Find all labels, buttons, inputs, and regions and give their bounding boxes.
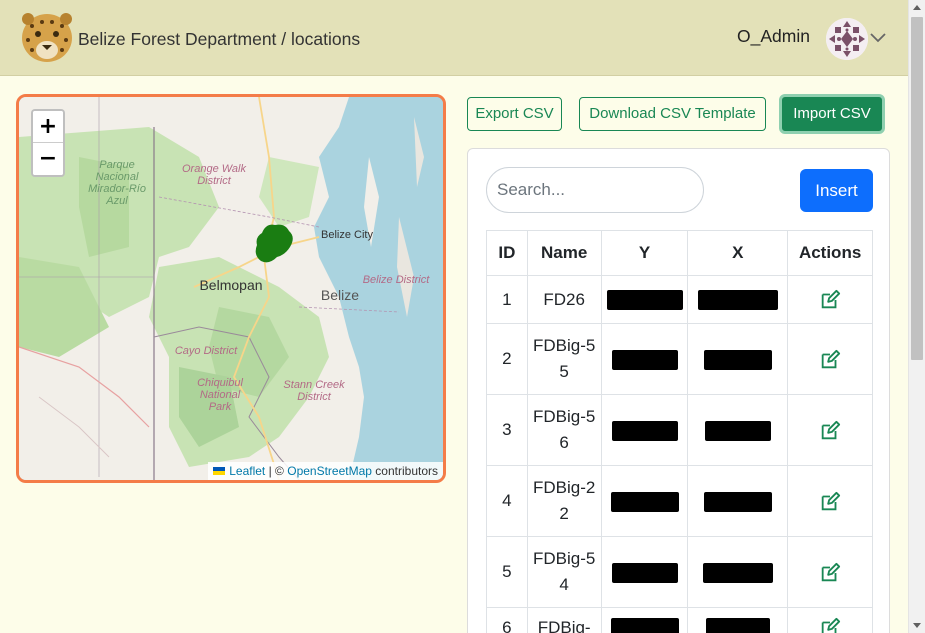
row-id: 6	[486, 607, 528, 633]
row-id: 4	[486, 465, 528, 537]
locations-map[interactable]: Parque Nacional Mirador-Río Azul Orange …	[16, 94, 446, 483]
download-csv-template-button[interactable]: Download CSV Template	[579, 97, 766, 131]
table-row: 6 FDBig-	[486, 607, 873, 633]
redacted-y	[600, 275, 689, 324]
row-name: FDBig-22	[526, 465, 602, 537]
row-actions	[787, 465, 873, 537]
scroll-down-arrow-icon[interactable]	[913, 623, 921, 628]
row-id: 3	[486, 394, 528, 466]
map-label-belize-city: Belize City	[321, 229, 373, 241]
ukraine-flag-icon	[213, 467, 226, 475]
redacted-y	[600, 465, 689, 537]
table-row: 5 FDBig-54	[486, 536, 873, 608]
row-actions	[787, 607, 873, 633]
map-label-stann-creek: Stann Creek District	[283, 379, 345, 403]
username: O_Admin	[737, 26, 810, 46]
redacted-x	[687, 465, 789, 537]
map-label-belize-district: Belize District	[362, 274, 430, 286]
zoom-in-button[interactable]: +	[33, 111, 63, 143]
locations-card: Insert ID Name Y X Actions 1 FD26 2	[467, 148, 890, 633]
jaguar-logo-icon[interactable]	[18, 10, 76, 64]
column-header-x[interactable]: X	[687, 230, 789, 276]
app-title: Belize Forest Department / locations	[78, 29, 361, 49]
redacted-x	[687, 275, 789, 324]
zoom-control: + −	[31, 109, 65, 177]
redacted-x	[687, 394, 789, 466]
row-actions	[787, 536, 873, 608]
column-header-name[interactable]: Name	[526, 230, 602, 276]
top-header: Belize Forest Department / locations O_A…	[0, 0, 908, 76]
row-id: 5	[486, 536, 528, 608]
openstreetmap-link[interactable]: OpenStreetMap	[287, 464, 372, 478]
redacted-y	[600, 536, 689, 608]
avatar[interactable]	[826, 18, 868, 60]
table-row: 2 FDBig-55	[486, 323, 873, 395]
table-row: 4 FDBig-22	[486, 465, 873, 537]
map-label-cayo: Cayo District	[174, 345, 238, 357]
locations-table: ID Name Y X Actions 1 FD26 2 FDBig-55 3 …	[486, 230, 873, 633]
table-row: 3 FDBig-56	[486, 394, 873, 466]
redacted-x	[687, 323, 789, 395]
avatar-pattern-icon	[826, 18, 868, 60]
scroll-up-arrow-icon[interactable]	[913, 5, 921, 10]
edit-icon[interactable]	[819, 617, 841, 633]
redacted-y	[600, 607, 689, 633]
column-header-actions: Actions	[787, 230, 873, 276]
column-header-id[interactable]: ID	[486, 230, 528, 276]
redacted-y	[600, 323, 689, 395]
edit-icon[interactable]	[819, 289, 841, 311]
redacted-x	[687, 536, 789, 608]
map-label-chiquibul: Chiquibul National Park	[197, 377, 243, 413]
row-id: 2	[486, 323, 528, 395]
row-actions	[787, 323, 873, 395]
map-label-belize: Belize	[320, 287, 360, 303]
attribution-separator: | ©	[268, 464, 284, 478]
map-label-belmopan: Belmopan	[199, 277, 263, 293]
redacted-y	[600, 394, 689, 466]
map-label-orange-walk: Orange Walk District	[182, 163, 246, 187]
row-name: FDBig-55	[526, 323, 602, 395]
row-name: FDBig-56	[526, 394, 602, 466]
redacted-x	[687, 607, 789, 633]
row-id: 1	[486, 275, 528, 324]
zoom-out-button[interactable]: −	[33, 143, 63, 175]
map-label-parque: Parque Nacional Mirador-Río Azul	[88, 159, 146, 207]
scrollbar-thumb[interactable]	[911, 17, 923, 360]
edit-icon[interactable]	[819, 420, 841, 442]
import-csv-button[interactable]: Import CSV	[779, 94, 885, 134]
attribution-tail: contributors	[375, 464, 438, 478]
row-name: FDBig-	[526, 607, 602, 633]
vertical-scrollbar[interactable]	[908, 0, 925, 633]
row-name: FDBig-54	[526, 536, 602, 608]
table-header-row: ID Name Y X Actions	[486, 230, 873, 276]
leaflet-link[interactable]: Leaflet	[229, 464, 265, 478]
row-name: FD26	[526, 275, 602, 324]
insert-button[interactable]: Insert	[800, 169, 873, 212]
edit-icon[interactable]	[819, 491, 841, 513]
row-actions	[787, 275, 873, 324]
table-row: 1 FD26	[486, 275, 873, 324]
edit-icon[interactable]	[819, 349, 841, 371]
edit-icon[interactable]	[819, 562, 841, 584]
search-input[interactable]	[486, 167, 704, 213]
chevron-down-icon[interactable]	[868, 27, 888, 47]
export-csv-button[interactable]: Export CSV	[467, 97, 562, 131]
row-actions	[787, 394, 873, 466]
map-attribution: Leaflet | © OpenStreetMap contributors	[208, 462, 443, 480]
column-header-y[interactable]: Y	[600, 230, 689, 276]
